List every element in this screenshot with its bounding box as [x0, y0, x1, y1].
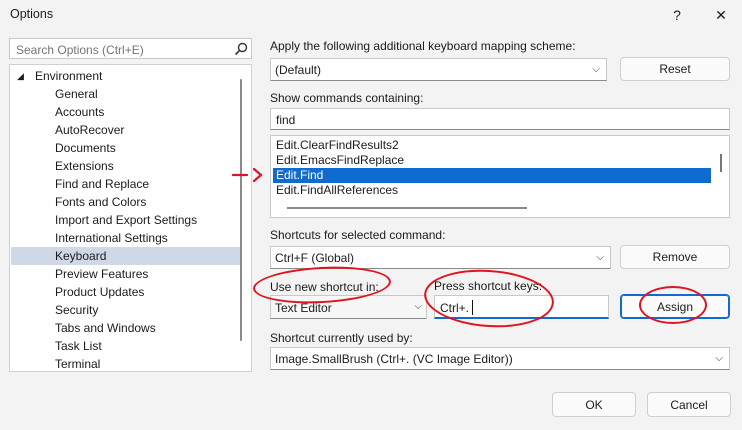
tree-item-label: International Settings — [55, 231, 168, 245]
help-button[interactable]: ? — [660, 0, 694, 30]
cancel-button[interactable]: Cancel — [647, 392, 731, 417]
search-input[interactable] — [14, 40, 233, 59]
ok-button[interactable]: OK — [552, 392, 636, 417]
tree-item-label: Tabs and Windows — [55, 321, 156, 335]
tree-item-label: Fonts and Colors — [55, 195, 147, 209]
new-shortcut-scope-dropdown[interactable]: Text Editor ⌵ — [270, 295, 427, 319]
chevron-down-icon: ⌵ — [715, 352, 723, 364]
tree-item-task-list[interactable]: Task List — [11, 337, 241, 355]
tree-item-label: Terminal — [55, 357, 101, 371]
search-box[interactable] — [9, 38, 252, 59]
commands-list-hscrollbar-thumb[interactable] — [287, 207, 527, 209]
tree-item-find-and-replace[interactable]: Find and Replace — [11, 175, 241, 193]
tree-item-product-updates[interactable]: Product Updates — [11, 283, 241, 301]
tree-item-general[interactable]: General — [11, 85, 241, 103]
new-shortcut-scope-value: Text Editor — [275, 301, 332, 315]
tree-item-terminal[interactable]: Terminal — [11, 355, 241, 373]
mapping-scheme-dropdown[interactable]: (Default) ⌵ — [270, 58, 607, 81]
tree-item-tabs-and-windows[interactable]: Tabs and Windows — [11, 319, 241, 337]
tree-item-fonts-and-colors[interactable]: Fonts and Colors — [11, 193, 241, 211]
collapse-triangle-icon[interactable]: ◢ — [17, 67, 24, 85]
tree-item-international-settings[interactable]: International Settings — [11, 229, 241, 247]
chevron-down-icon: ⌵ — [592, 63, 600, 75]
tree-item-label: Documents — [55, 141, 116, 155]
tree-scrollbar-thumb[interactable] — [240, 79, 242, 341]
press-keys-box[interactable]: Ctrl+. — [434, 295, 609, 319]
text-caret — [472, 300, 473, 315]
tree-item-autorecover[interactable]: AutoRecover — [11, 121, 241, 139]
shortcuts-dropdown[interactable]: Ctrl+F (Global) ⌵ — [270, 246, 611, 269]
chevron-down-icon: ⌵ — [414, 300, 422, 312]
tree-item-label: Preview Features — [55, 267, 149, 281]
press-keys-label: Press shortcut keys: — [434, 279, 543, 293]
close-button[interactable]: ✕ — [704, 0, 738, 30]
tree-item-label: Keyboard — [55, 249, 107, 263]
commands-filter-label: Show commands containing: — [270, 91, 424, 105]
assign-button[interactable]: Assign — [620, 294, 730, 319]
annotation-arrow — [231, 167, 263, 183]
tree-item-label: Extensions — [55, 159, 114, 173]
tree-item-extensions[interactable]: Extensions — [11, 157, 241, 175]
tree-item-accounts[interactable]: Accounts — [11, 103, 241, 121]
tree-item-keyboard[interactable]: Keyboard — [11, 247, 241, 265]
mapping-label: Apply the following additional keyboard … — [270, 39, 576, 53]
tree-item-label: Import and Export Settings — [55, 213, 198, 227]
command-item[interactable]: Edit.EmacsFindReplace — [273, 153, 729, 168]
mapping-scheme-value: (Default) — [275, 63, 322, 77]
tree-item-import-and-export-settings[interactable]: Import and Export Settings — [11, 211, 241, 229]
tree-item-documents[interactable]: Documents — [11, 139, 241, 157]
tree-item-label: Find and Replace — [55, 177, 150, 191]
reset-button[interactable]: Reset — [620, 57, 730, 81]
commands-list[interactable]: Edit.ClearFindResults2 Edit.EmacsFindRepl… — [270, 135, 730, 218]
tree-item-label: Product Updates — [55, 285, 145, 299]
options-tree[interactable]: ◢ Environment General Accounts AutoRecover… — [9, 64, 252, 372]
tree-node-label: Environment — [35, 69, 103, 83]
command-item[interactable]: Edit.FindAllReferences — [273, 183, 729, 198]
tree-item-preview-features[interactable]: Preview Features — [11, 265, 241, 283]
commands-filter-input[interactable]: find — [276, 113, 295, 127]
commands-filter-box[interactable]: find — [270, 108, 730, 130]
tree-item-label: Security — [55, 303, 99, 317]
shortcuts-value: Ctrl+F (Global) — [275, 251, 355, 265]
shortcuts-label: Shortcuts for selected command: — [270, 228, 446, 242]
new-shortcut-label: Use new shortcut in: — [270, 280, 379, 294]
commands-list-scrollbar-thumb[interactable] — [720, 154, 722, 172]
tree-item-label: General — [55, 87, 98, 101]
tree-node-environment[interactable]: ◢ Environment — [11, 67, 241, 85]
used-by-value: Image.SmallBrush (Ctrl+. (VC Image Edito… — [275, 352, 513, 366]
used-by-label: Shortcut currently used by: — [270, 331, 413, 345]
used-by-dropdown[interactable]: Image.SmallBrush (Ctrl+. (VC Image Edito… — [270, 347, 730, 370]
chevron-down-icon: ⌵ — [596, 251, 604, 263]
press-keys-input[interactable]: Ctrl+. — [440, 301, 469, 315]
tree-item-label: Task List — [55, 339, 102, 353]
remove-button[interactable]: Remove — [620, 245, 730, 269]
search-icon[interactable] — [234, 42, 248, 56]
tree-item-security[interactable]: Security — [11, 301, 241, 319]
command-item[interactable]: Edit.ClearFindResults2 — [273, 138, 729, 153]
tree-item-label: AutoRecover — [55, 123, 125, 137]
tree-item-label: Accounts — [55, 105, 105, 119]
command-item[interactable]: Edit.Find — [273, 168, 711, 183]
window-title: Options — [10, 7, 54, 21]
